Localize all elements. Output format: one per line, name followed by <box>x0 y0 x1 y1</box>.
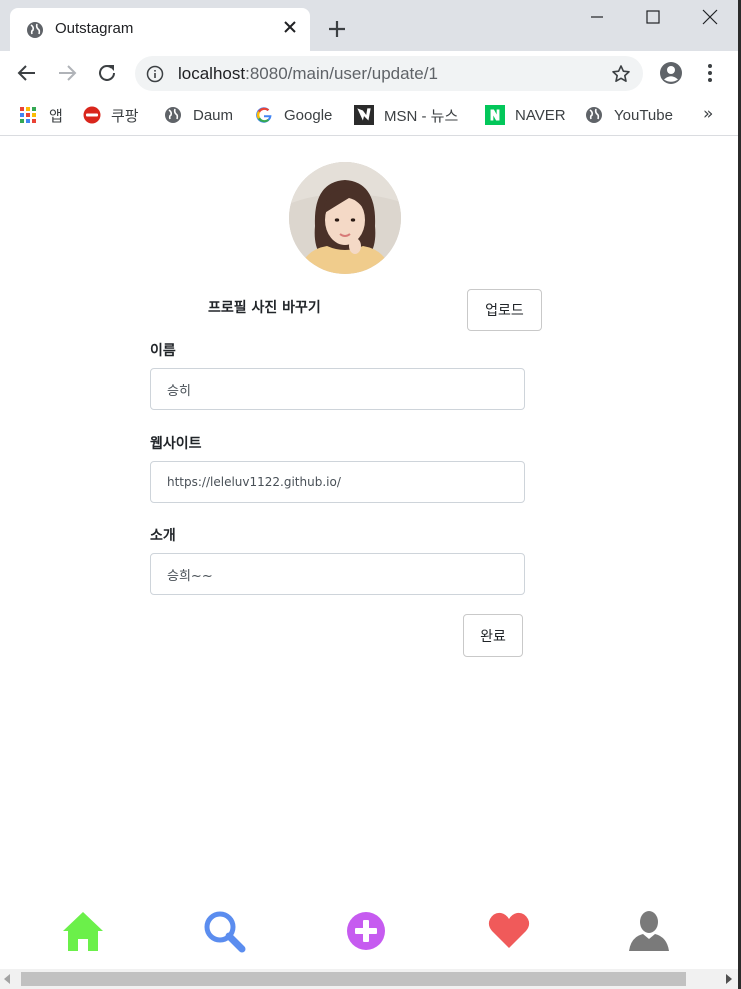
address-bar[interactable]: localhost:8080/main/user/update/1 <box>135 56 643 91</box>
url-text: localhost:8080/main/user/update/1 <box>178 64 438 83</box>
bookmark-daum[interactable]: Daum <box>164 104 233 126</box>
close-tab-icon[interactable] <box>282 19 298 35</box>
msn-icon <box>354 105 374 125</box>
add-icon[interactable] <box>344 909 388 953</box>
bookmark-naver[interactable]: NAVER <box>485 104 566 126</box>
bookmark-coupang[interactable]: 쿠팡 <box>83 104 139 126</box>
bookmark-apps[interactable]: 앱 <box>19 104 63 126</box>
tab-strip: Outstagram <box>0 0 738 51</box>
change-photo-label: 프로필 사진 바꾸기 <box>208 300 321 316</box>
bookmark-msn[interactable]: MSN - 뉴스 <box>354 104 458 126</box>
bookmark-google[interactable]: Google <box>255 104 332 126</box>
info-icon[interactable] <box>146 65 164 83</box>
name-field[interactable]: 승히 <box>150 368 525 410</box>
page-content: 프로필 사진 바꾸기 업로드 이름 승히 웹사이트 https://lelelu… <box>0 137 738 969</box>
avatar[interactable] <box>289 162 401 274</box>
globe-icon <box>27 22 43 38</box>
forward-icon[interactable] <box>55 61 79 85</box>
bookmark-youtube[interactable]: YouTube <box>585 104 673 126</box>
browser-toolbar: localhost:8080/main/user/update/1 <box>0 51 738 96</box>
bookmark-label: Google <box>284 106 333 124</box>
close-window-icon[interactable] <box>699 6 721 28</box>
bookmark-label: NAVER <box>515 106 566 124</box>
kebab-menu-icon[interactable] <box>702 61 718 85</box>
globe-icon <box>586 107 602 123</box>
name-value: 승히 <box>167 383 191 399</box>
name-label: 이름 <box>150 343 176 359</box>
website-field[interactable]: https://leleluv1122.github.io/ <box>150 461 525 503</box>
account-icon[interactable] <box>659 61 683 85</box>
scrollbar-thumb[interactable] <box>21 972 686 986</box>
apps-grid-icon <box>20 107 36 123</box>
bookmarks-bar: 앱 쿠팡 Daum Google MSN - 뉴스 NAVER YouTube … <box>0 96 738 136</box>
bookmark-label: Daum <box>193 106 234 124</box>
user-icon[interactable] <box>627 909 671 953</box>
search-icon[interactable] <box>202 909 246 953</box>
bio-field[interactable]: 승희~~ <box>150 553 525 595</box>
heart-icon[interactable] <box>487 909 531 953</box>
maximize-icon[interactable] <box>642 6 664 28</box>
bookmark-label: MSN - 뉴스 <box>384 107 459 125</box>
upload-button[interactable]: 업로드 <box>467 289 542 331</box>
bottom-nav <box>0 905 738 967</box>
bio-value: 승희~~ <box>167 568 213 584</box>
horizontal-scrollbar[interactable] <box>0 969 738 989</box>
submit-button[interactable]: 완료 <box>463 614 523 657</box>
bookmark-label: YouTube <box>614 106 673 124</box>
scroll-right-icon[interactable] <box>726 974 732 984</box>
new-tab-icon[interactable] <box>326 18 348 40</box>
tab-outstagram[interactable]: Outstagram <box>10 8 310 51</box>
tab-title: Outstagram <box>55 20 134 37</box>
bookmark-label: 앱 <box>49 107 63 125</box>
bio-label: 소개 <box>150 528 176 544</box>
bookmark-star-icon[interactable] <box>611 64 631 84</box>
minimize-icon[interactable] <box>586 6 608 28</box>
globe-icon <box>165 107 181 123</box>
bookmarks-overflow-button[interactable]: » <box>703 104 713 124</box>
coupang-icon <box>83 106 101 124</box>
browser-window: Outstagram localhost:8080/main/user/upda… <box>0 0 741 989</box>
back-icon[interactable] <box>15 61 39 85</box>
bookmark-label: 쿠팡 <box>111 107 139 125</box>
scroll-left-icon[interactable] <box>4 974 10 984</box>
reload-icon[interactable] <box>95 61 119 85</box>
home-icon[interactable] <box>61 909 105 953</box>
google-icon <box>256 107 272 123</box>
website-label: 웹사이트 <box>150 436 202 452</box>
profile-photo <box>289 162 401 274</box>
website-value: https://leleluv1122.github.io/ <box>167 475 341 489</box>
naver-icon <box>485 105 505 125</box>
